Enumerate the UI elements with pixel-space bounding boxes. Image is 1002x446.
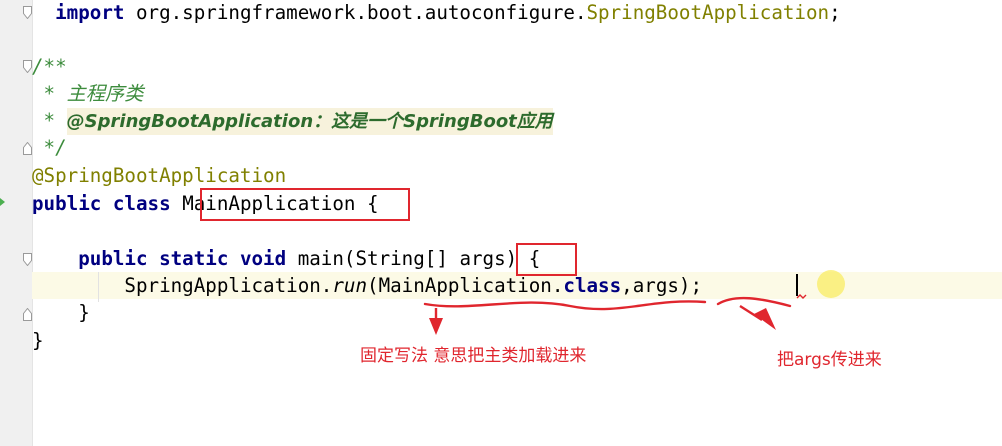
note-args-passed: 把args传进来	[777, 350, 882, 370]
arrow-head-args	[754, 308, 776, 330]
note-fixed-writing: 固定写法 意思把主类加载进来	[360, 346, 587, 366]
squiggle-end	[796, 294, 807, 299]
underline-args	[716, 296, 792, 308]
annotation-drawing	[423, 294, 807, 335]
underline-main-class	[423, 300, 707, 311]
arrow-head-fixed	[429, 318, 443, 335]
